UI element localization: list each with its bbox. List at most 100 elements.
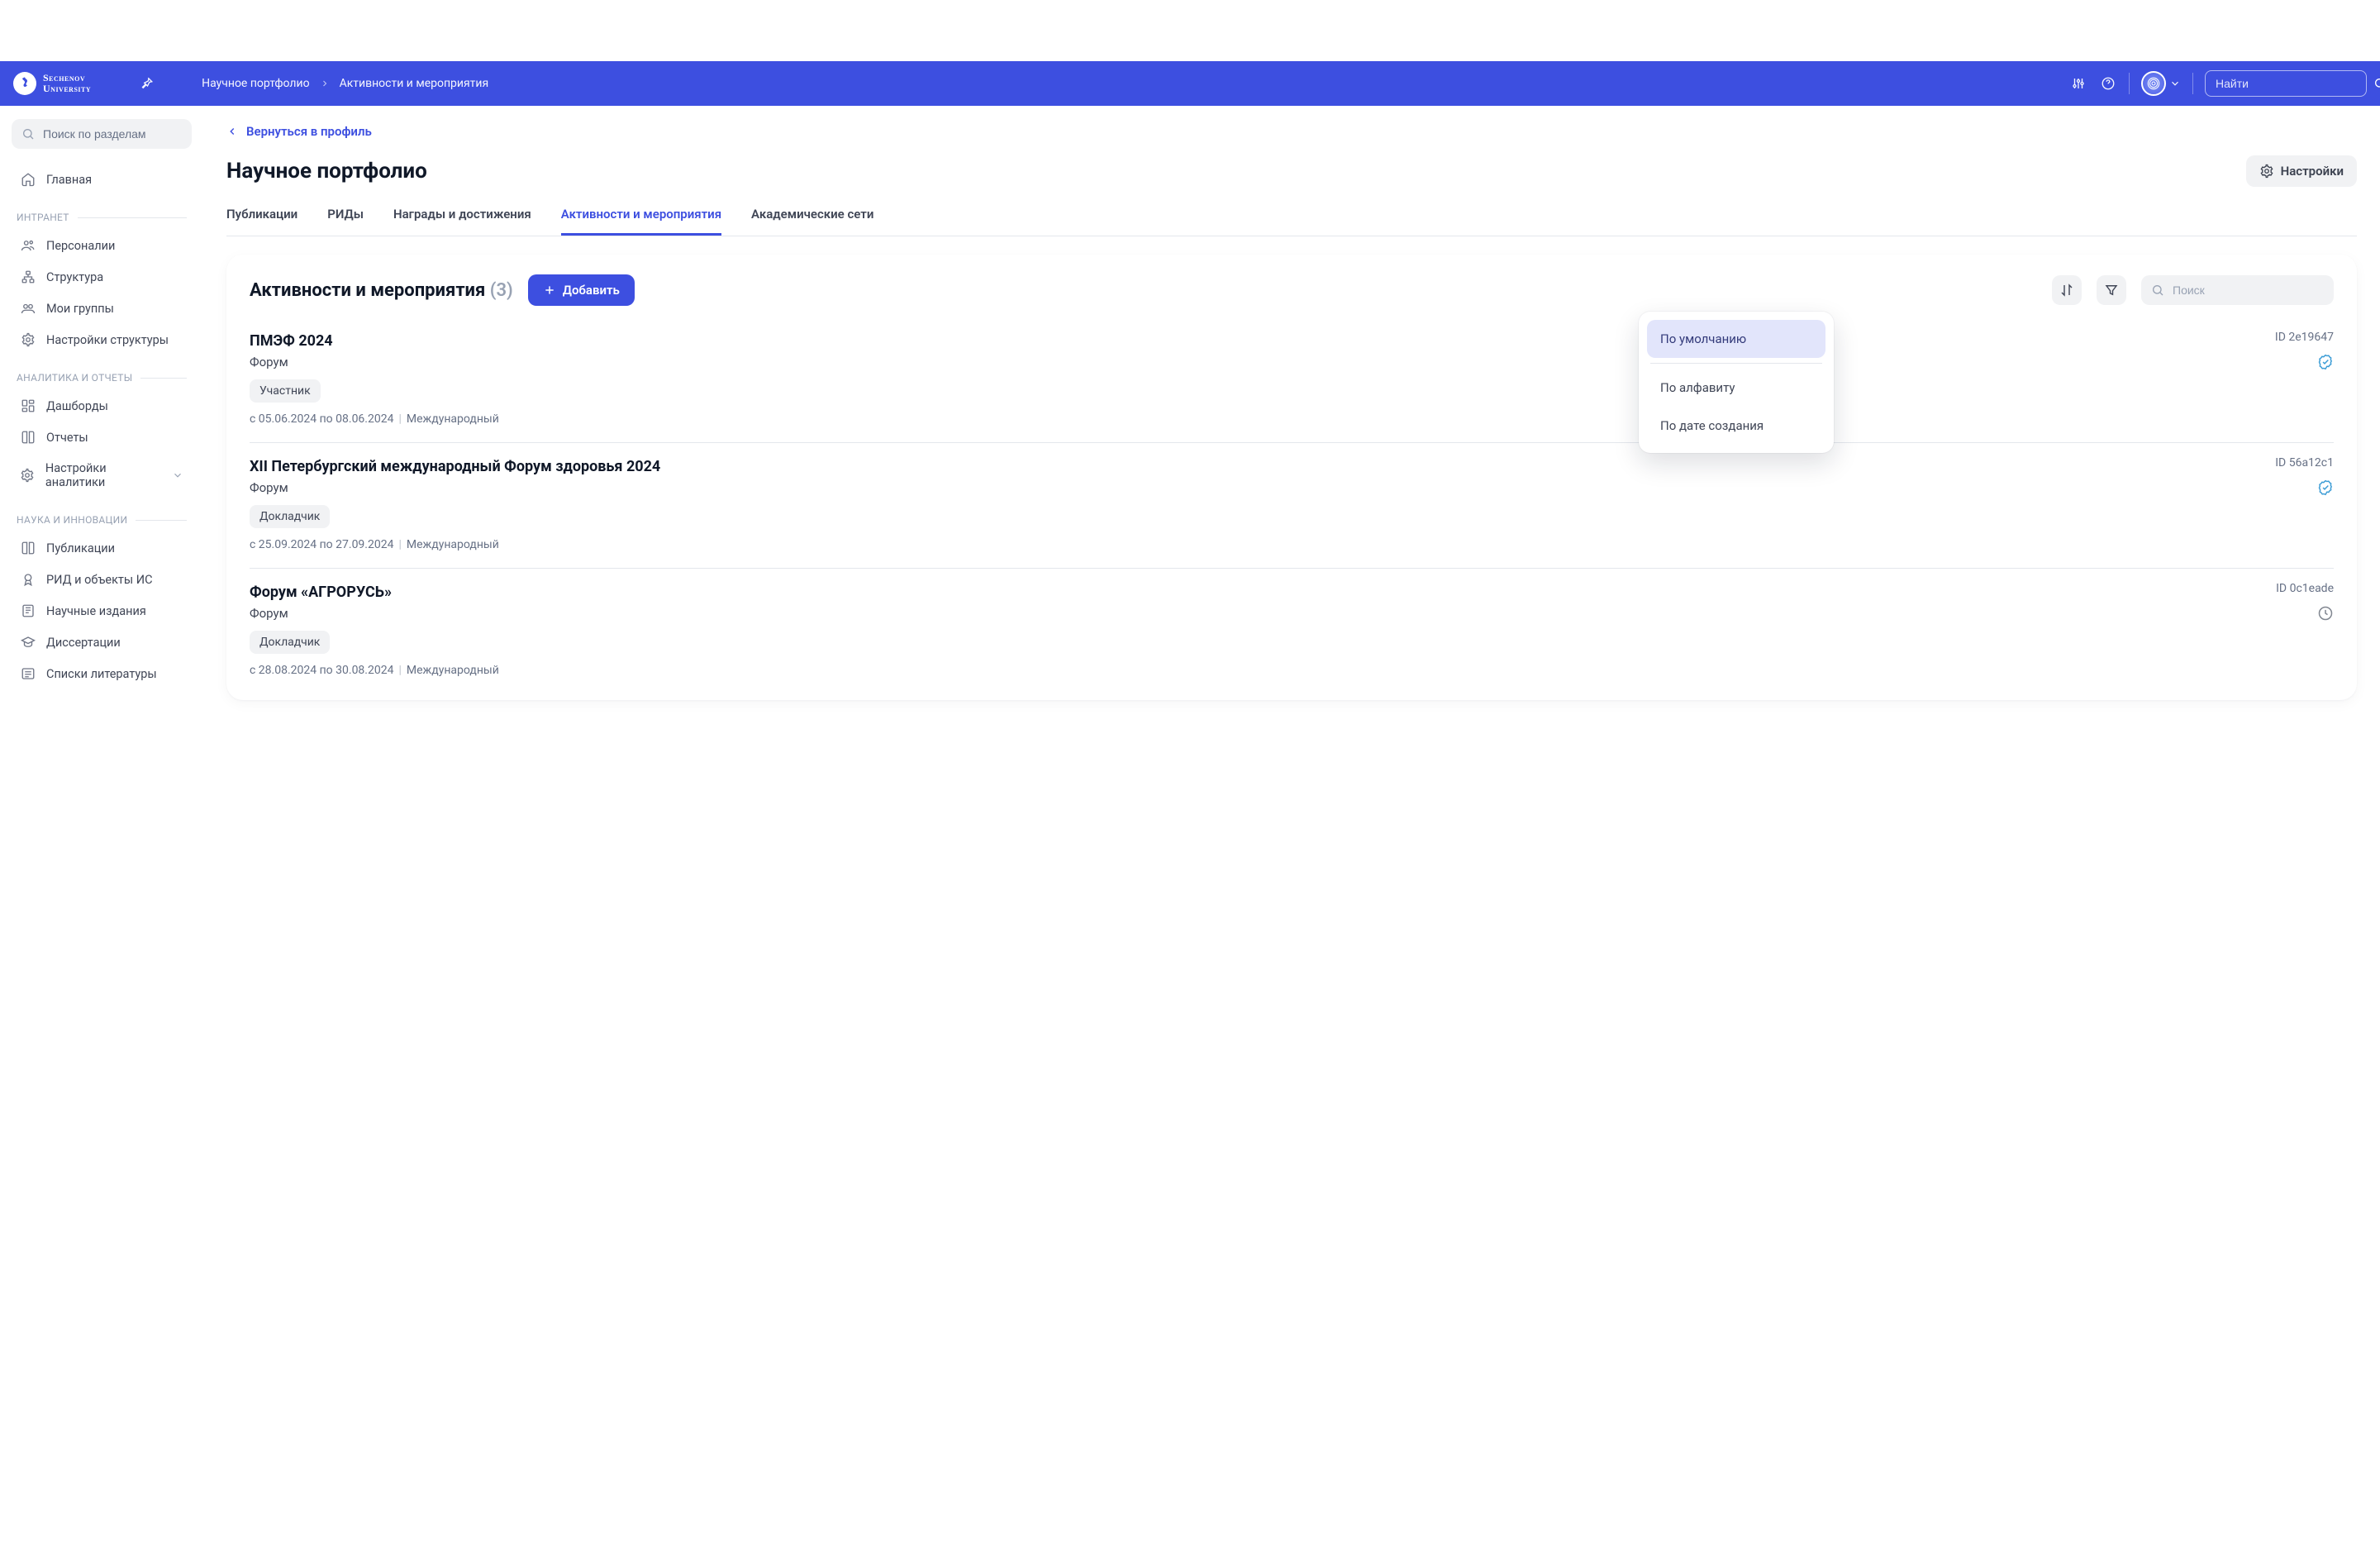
brand-mark-icon bbox=[13, 72, 36, 95]
chevron-down-icon bbox=[172, 469, 183, 481]
book-icon bbox=[20, 430, 36, 445]
group-icon bbox=[20, 301, 36, 316]
filter-icon bbox=[2104, 283, 2119, 298]
sidebar-item-bibliography[interactable]: Списки литературы bbox=[12, 658, 192, 689]
event-meta: с 28.08.2024 по 30.08.2024 | Международн… bbox=[250, 664, 2334, 677]
search-icon bbox=[2151, 284, 2164, 297]
sidebar-item-label: Дашборды bbox=[46, 399, 108, 413]
sort-popover: По умолчанию По алфавитуПо дате создания bbox=[1639, 312, 1834, 453]
sort-option-1[interactable]: По алфавиту bbox=[1647, 369, 1825, 407]
global-search-input[interactable] bbox=[2214, 76, 2367, 91]
users-icon bbox=[20, 238, 36, 253]
back-link-label: Вернуться в профиль bbox=[246, 124, 372, 139]
graduation-icon bbox=[20, 635, 36, 650]
activities-card: Активности и мероприятия (3) Добавить По… bbox=[226, 255, 2357, 700]
event-title: XII Петербургский международный Форум зд… bbox=[250, 458, 2334, 475]
plus-icon bbox=[543, 284, 556, 297]
journal-icon bbox=[20, 603, 36, 618]
sidebar-item-label: Настройки структуры bbox=[46, 333, 169, 347]
sidebar-item-analytics-settings[interactable]: Настройки аналитики bbox=[12, 453, 192, 498]
sidebar-item-home[interactable]: Главная bbox=[12, 164, 192, 195]
verified-badge-icon bbox=[2317, 479, 2334, 496]
adjustments-icon[interactable] bbox=[2069, 74, 2087, 93]
gear-icon bbox=[20, 468, 36, 483]
event-role-chip: Участник bbox=[250, 379, 321, 403]
sidebar-item-label: Списки литературы bbox=[46, 667, 157, 681]
event-row[interactable]: ID 0c1eadeФорум «АГРОРУСЬ»ФорумДокладчик… bbox=[250, 569, 2334, 693]
book-icon bbox=[20, 541, 36, 555]
sidebar-item-personalii[interactable]: Персоналии bbox=[12, 230, 192, 261]
sidebar-item-structure-settings[interactable]: Настройки структуры bbox=[12, 324, 192, 355]
search-icon bbox=[2373, 77, 2380, 90]
sidebar-item-dashboards[interactable]: Дашборды bbox=[12, 390, 192, 422]
sort-button[interactable]: По умолчаниюПо алфавитуПо дате создания bbox=[2052, 275, 2082, 305]
sidebar-item-rid[interactable]: РИД и объекты ИС bbox=[12, 564, 192, 595]
breadcrumb-root[interactable]: Научное портфолио bbox=[202, 77, 309, 90]
event-title: ПМЭФ 2024 bbox=[250, 332, 2334, 350]
event-role-chip: Докладчик bbox=[250, 505, 330, 528]
event-type: Форум bbox=[250, 480, 2334, 495]
settings-button-label: Настройки bbox=[2281, 164, 2344, 179]
chevron-down-icon bbox=[2169, 78, 2181, 89]
event-title: Форум «АГРОРУСЬ» bbox=[250, 584, 2334, 601]
section-search[interactable] bbox=[2141, 275, 2334, 305]
sidebar-item-structure[interactable]: Структура bbox=[12, 261, 192, 293]
help-icon[interactable] bbox=[2099, 74, 2117, 93]
tab-3[interactable]: Активности и мероприятия bbox=[561, 197, 721, 236]
main-content: Вернуться в профиль Научное портфолио На… bbox=[203, 106, 2380, 733]
section-search-input[interactable] bbox=[2171, 283, 2324, 298]
sidebar-item-science-journals[interactable]: Научные издания bbox=[12, 595, 192, 627]
gear-icon bbox=[20, 332, 36, 347]
portfolio-tabs: Публикации РИДы Награды и достижения Активн… bbox=[226, 197, 2357, 236]
add-button[interactable]: Добавить bbox=[528, 274, 635, 306]
event-row[interactable]: ID 56a12c1XII Петербургский международны… bbox=[250, 443, 2334, 569]
event-row[interactable]: ID 2e19647ПМЭФ 2024ФорумУчастникс 05.06.… bbox=[250, 317, 2334, 443]
gear-icon bbox=[2259, 164, 2274, 179]
sidebar-item-my-groups[interactable]: Мои группы bbox=[12, 293, 192, 324]
sort-option-2[interactable]: По дате создания bbox=[1647, 407, 1825, 445]
event-role-chip: Докладчик bbox=[250, 631, 330, 654]
sidebar-item-label: Научные издания bbox=[46, 604, 146, 618]
event-type: Форум bbox=[250, 606, 2334, 621]
user-menu[interactable] bbox=[2141, 71, 2181, 96]
breadcrumb: Научное портфолио Активности и мероприят… bbox=[202, 77, 488, 90]
sidebar-item-label: Персоналии bbox=[46, 239, 115, 253]
topbar-actions bbox=[2069, 70, 2367, 97]
search-icon bbox=[21, 127, 35, 141]
sidebar-item-label: Диссертации bbox=[46, 636, 121, 650]
sidebar-group-intranet: ИНТРАНЕТ bbox=[17, 212, 187, 223]
topbar: Sechenov University Научное портфолио Ак… bbox=[0, 61, 2380, 106]
sort-option-0[interactable]: По умолчанию bbox=[1647, 320, 1825, 358]
sidebar-item-label: РИД и объекты ИС bbox=[46, 573, 153, 587]
avatar bbox=[2141, 71, 2166, 96]
sidebar-item-label: Публикации bbox=[46, 541, 115, 555]
sidebar-item-dissertations[interactable]: Диссертации bbox=[12, 627, 192, 658]
tab-2[interactable]: Награды и достижения bbox=[393, 197, 531, 236]
events-list: ID 2e19647ПМЭФ 2024ФорумУчастникс 05.06.… bbox=[250, 317, 2334, 693]
sidebar-item-label: Отчеты bbox=[46, 431, 88, 445]
tab-0[interactable]: Публикации bbox=[226, 197, 298, 236]
sidebar-search-input[interactable] bbox=[41, 126, 194, 141]
pin-icon[interactable] bbox=[137, 74, 155, 93]
add-button-label: Добавить bbox=[563, 283, 620, 298]
sidebar-item-label: Структура bbox=[46, 270, 103, 284]
sidebar-item-reports[interactable]: Отчеты bbox=[12, 422, 192, 453]
settings-button[interactable]: Настройки bbox=[2246, 155, 2357, 187]
back-to-profile-link[interactable]: Вернуться в профиль bbox=[226, 124, 2357, 139]
brand-logo[interactable]: Sechenov University bbox=[13, 72, 91, 95]
sidebar-search[interactable] bbox=[12, 119, 192, 149]
chevron-left-icon bbox=[226, 126, 238, 137]
sidebar-item-label: Настройки аналитики bbox=[45, 461, 162, 489]
tab-1[interactable]: РИДы bbox=[327, 197, 364, 236]
event-id: ID 56a12c1 bbox=[2275, 456, 2334, 469]
sidebar-item-label: Главная bbox=[46, 173, 92, 187]
sidebar-group-analytics: АНАЛИТИКА И ОТЧЕТЫ bbox=[17, 372, 187, 384]
brand-line2: University bbox=[43, 83, 91, 94]
award-icon bbox=[20, 572, 36, 587]
sidebar-item-publications[interactable]: Публикации bbox=[12, 532, 192, 564]
chevron-right-icon bbox=[320, 79, 330, 88]
filter-button[interactable] bbox=[2097, 275, 2126, 305]
global-search[interactable] bbox=[2205, 70, 2367, 97]
page-title: Научное портфолио bbox=[226, 159, 427, 183]
tab-4[interactable]: Академические сети bbox=[751, 197, 873, 236]
